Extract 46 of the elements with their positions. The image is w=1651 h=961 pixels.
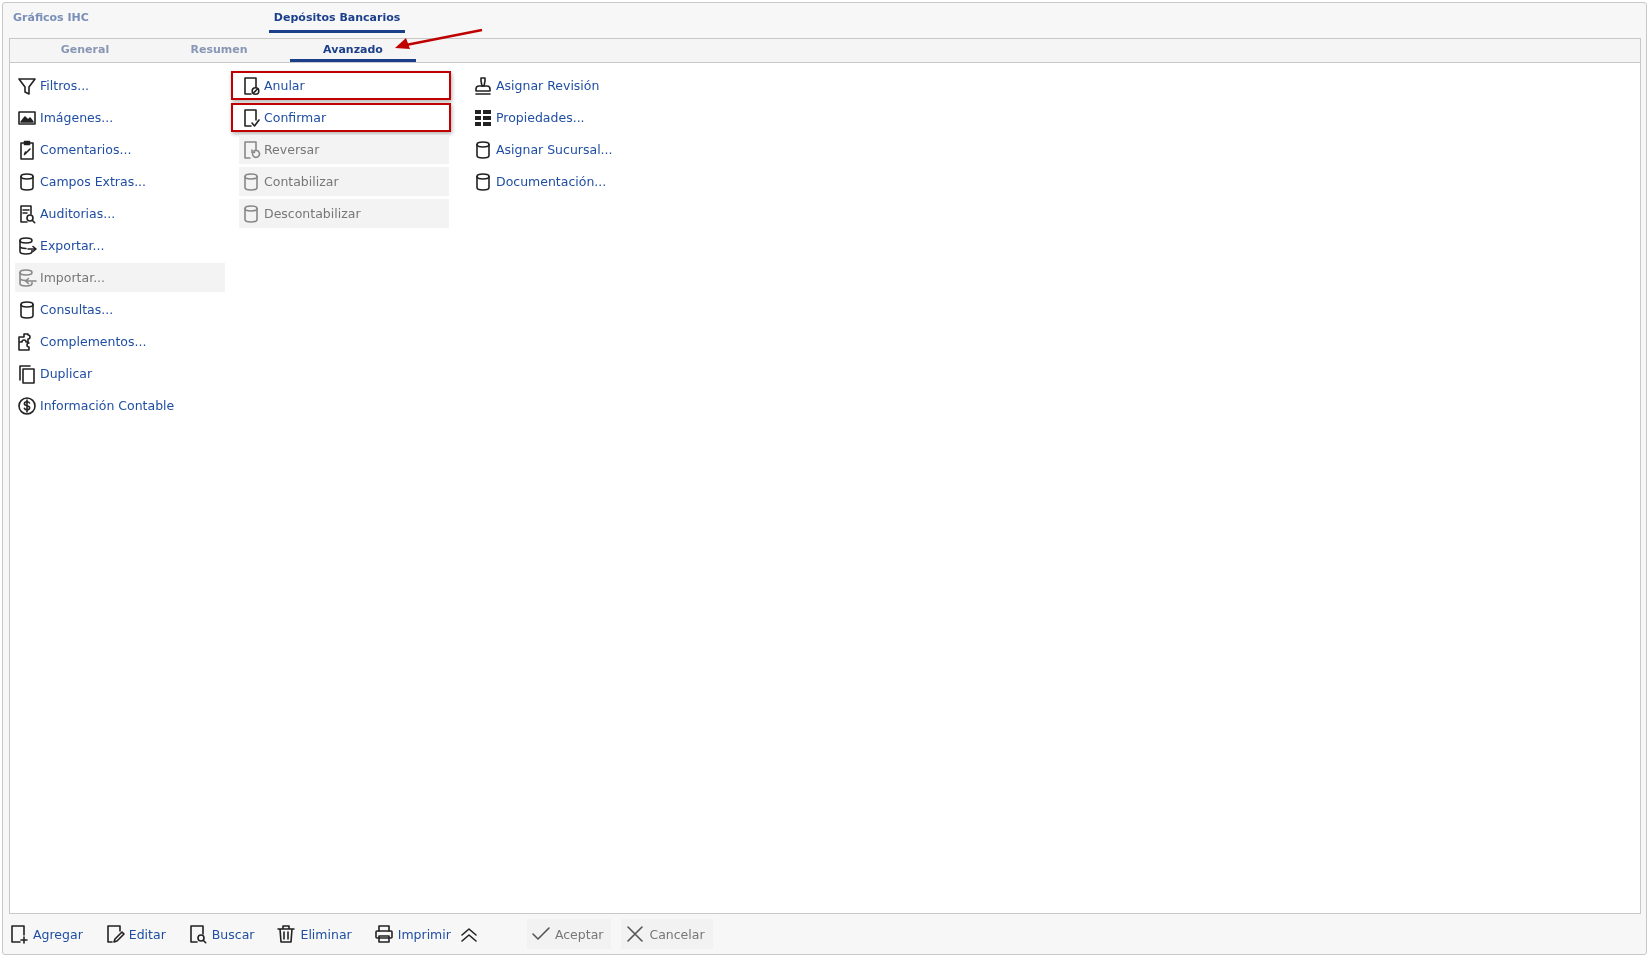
- document-pencil-icon: [104, 924, 125, 944]
- cylinder-arrow-icon: [17, 267, 37, 288]
- stamp-icon: [473, 75, 493, 96]
- menu-item[interactable]: Complementos...: [15, 327, 225, 356]
- document-prohibited-icon: [241, 75, 261, 96]
- menu-item[interactable]: Anular: [231, 71, 451, 100]
- menu-item[interactable]: Consultas...: [15, 295, 225, 324]
- toolbar-button[interactable]: Eliminar: [276, 920, 352, 948]
- menu-item[interactable]: Comentarios...: [15, 135, 225, 164]
- cylinder-arrow-icon: [17, 235, 37, 256]
- clipboard-icon: [17, 139, 37, 160]
- cylinder-icon: [473, 139, 493, 160]
- document-plus-icon: [9, 924, 29, 944]
- cylinder-icon: [241, 203, 261, 224]
- tab[interactable]: Depósitos Bancarios: [268, 11, 406, 33]
- menu-item[interactable]: Confirmar: [231, 103, 451, 132]
- menu-item[interactable]: Campos Extras...: [15, 167, 225, 196]
- close-icon: [625, 924, 646, 944]
- document-check-icon: [241, 107, 261, 128]
- cylinder-icon: [473, 171, 493, 192]
- dollar-icon: [17, 395, 37, 416]
- funnel-icon: [17, 75, 37, 96]
- document-magnifier-icon: [187, 924, 208, 944]
- toolbar-button[interactable]: Buscar: [187, 920, 255, 948]
- toolbar-button[interactable]: Editar: [104, 920, 166, 948]
- menu-item[interactable]: Exportar...: [15, 231, 225, 260]
- menu-item[interactable]: Filtros...: [15, 71, 225, 100]
- menu-item[interactable]: Propiedades...: [471, 103, 613, 132]
- cylinder-icon: [17, 299, 37, 320]
- menu-item[interactable]: Documentación...: [471, 167, 613, 196]
- toolbar-button[interactable]: Imprimir: [373, 920, 451, 948]
- menu-item[interactable]: Auditorias...: [15, 199, 225, 228]
- menu-item[interactable]: Asignar Revisión: [471, 71, 613, 100]
- copy-icon: [17, 363, 37, 384]
- printer-icon: [373, 924, 394, 944]
- menu-item[interactable]: Imágenes...: [15, 103, 225, 132]
- trash-icon: [276, 924, 297, 944]
- menu-item[interactable]: Duplicar: [15, 359, 225, 388]
- document-magnifier-icon: [17, 203, 37, 224]
- cylinder-icon: [17, 171, 37, 192]
- grid-icon: [473, 107, 493, 128]
- menu-item[interactable]: Información Contable: [15, 391, 225, 420]
- menu-item[interactable]: Asignar Sucursal...: [471, 135, 613, 164]
- cylinder-icon: [241, 171, 261, 192]
- toolbar-button[interactable]: Agregar: [9, 920, 83, 948]
- document-undo-icon: [241, 139, 261, 160]
